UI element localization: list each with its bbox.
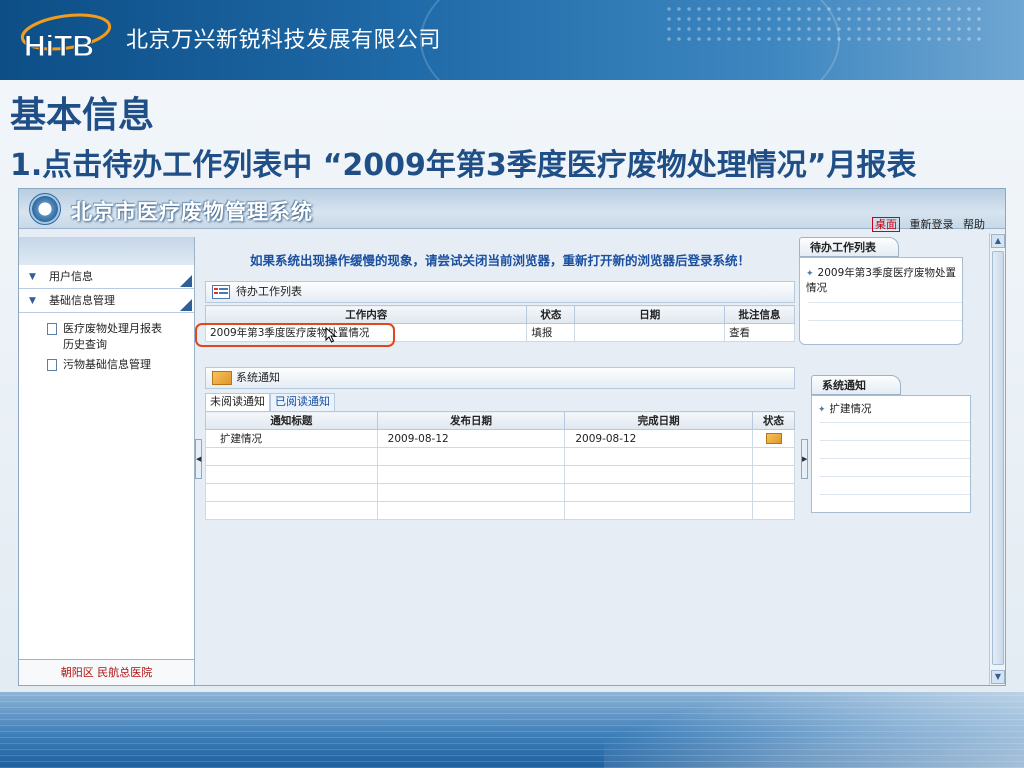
todo-date: [574, 323, 726, 342]
chevron-down-icon: ▼: [29, 272, 36, 282]
notice-title-link[interactable]: 扩建情况: [205, 429, 378, 448]
table-row[interactable]: 2009年第3季度医疗废物处置情况 填报 查看: [204, 323, 795, 342]
right-todo-item[interactable]: ✦ 2009年第3季度医疗废物处置情况: [806, 266, 962, 295]
bullet-icon: ✦: [818, 405, 826, 415]
notice-table: 通知标题 发布日期 完成日期 状态 扩建情况 2009-08-12 2009-0…: [205, 411, 795, 520]
company-logo: HiTB: [20, 13, 112, 64]
envelope-icon: [212, 371, 232, 385]
corner-icon: [180, 275, 192, 287]
table-row[interactable]: 扩建情况 2009-08-12 2009-08-12: [205, 429, 795, 448]
tab-unread[interactable]: 未阅读通知: [205, 393, 270, 411]
todo-content-link[interactable]: 2009年第3季度医疗废物处置情况: [204, 323, 528, 342]
sidebar-subitem-label: 医疗废物处理月报表历史查询: [63, 322, 162, 351]
table-row: [205, 483, 795, 502]
mouse-cursor-icon: [325, 327, 337, 343]
todo-status: 填报: [526, 323, 576, 342]
column-header: 工作内容: [204, 305, 528, 324]
column-header: 状态: [752, 411, 795, 430]
slide-subtitle: 1.点击待办工作列表中 “2009年第3季度医疗废物处理情况”月报表: [10, 148, 917, 183]
todo-table: 工作内容 状态 日期 批注信息 2009年第3季度医疗废物处置情况 填报 查看: [204, 305, 795, 342]
column-header: 发布日期: [376, 411, 566, 430]
corner-icon: [180, 299, 192, 311]
column-header: 完成日期: [564, 411, 754, 430]
slide-footer-decoration: [0, 692, 1024, 768]
column-header: 通知标题: [205, 411, 378, 430]
right-notice-item[interactable]: ✦ 扩建情况: [818, 402, 968, 417]
envelope-icon: [765, 433, 782, 444]
right-todo-body: ✦ 2009年第3季度医疗废物处置情况: [799, 257, 963, 345]
app-title: 北京市医疗废物管理系统: [71, 200, 313, 224]
sidebar-subitem-waste-info[interactable]: 污物基础信息管理: [19, 357, 194, 373]
right-notice-item-text: 扩建情况: [829, 403, 872, 415]
divider: [820, 458, 970, 459]
notice-publish-date: 2009-08-12: [376, 429, 566, 448]
divider: [820, 494, 970, 495]
relogin-link[interactable]: 重新登录: [910, 218, 954, 231]
bullet-icon: ✦: [806, 269, 814, 279]
divider: [808, 320, 962, 321]
collapse-right-handle[interactable]: ▶: [801, 439, 808, 479]
scroll-down-icon[interactable]: ▼: [991, 670, 1005, 684]
sidebar-header: [19, 237, 194, 265]
right-notice-panel: 系统通知 ✦ 扩建情况: [811, 375, 971, 515]
list-icon: [212, 285, 230, 299]
column-header: 状态: [526, 305, 576, 324]
notice-panel-label: 系统通知: [236, 371, 280, 384]
company-name: 北京万兴新锐科技发展有限公司: [126, 28, 442, 53]
todo-panel-label: 待办工作列表: [236, 285, 302, 298]
help-link[interactable]: 帮助: [963, 218, 985, 231]
column-header: 批注信息: [724, 305, 795, 324]
divider: [820, 476, 970, 477]
sidebar-item-basic-info[interactable]: ▼ 基础信息管理: [19, 289, 194, 313]
system-notice: 如果系统出现操作缓慢的现象，请尝试关闭当前浏览器，重新打开新的浏览器后登录系统！: [249, 253, 750, 268]
sidebar-subitem-monthly-report[interactable]: 医疗废物处理月报表历史查询: [19, 321, 194, 353]
app-logo-icon: [29, 193, 61, 225]
todo-panel-title: 待办工作列表: [205, 281, 795, 303]
notice-complete-date: 2009-08-12: [564, 429, 754, 448]
table-row: [205, 501, 795, 520]
collapse-left-handle[interactable]: ◀: [195, 439, 202, 479]
right-notice-body: ✦ 扩建情况: [811, 395, 971, 513]
chevron-down-icon: ▼: [29, 296, 36, 306]
scroll-up-icon[interactable]: ▲: [991, 234, 1005, 248]
slide-banner: HiTB 北京万兴新锐科技发展有限公司: [0, 0, 1024, 80]
sidebar-item-user-info[interactable]: ▼ 用户信息: [19, 265, 194, 289]
notice-tabs: 未阅读通知 已阅读通知: [205, 393, 335, 411]
document-icon: [47, 323, 57, 335]
sidebar-footer: 朝阳区 民航总医院: [19, 659, 194, 685]
notice-status: [752, 429, 795, 448]
sidebar: ▼ 用户信息 ▼ 基础信息管理 医疗废物处理月报表历史查询 污物基础信息管理 朝…: [19, 237, 195, 685]
sidebar-item-label: 用户信息: [49, 270, 93, 283]
divider: [820, 422, 970, 423]
slide-title: 基本信息: [10, 95, 155, 136]
right-todo-item-text: 2009年第3季度医疗废物处置情况: [806, 267, 956, 294]
desktop-link[interactable]: 桌面: [872, 217, 900, 232]
right-notice-title: 系统通知: [811, 375, 901, 395]
sidebar-subitem-label: 污物基础信息管理: [63, 358, 151, 371]
divider: [820, 440, 970, 441]
app-header: 北京市医疗废物管理系统 桌面 重新登录 帮助: [19, 189, 1005, 232]
app-window: 北京市医疗废物管理系统 桌面 重新登录 帮助 ▼ 用户信息 ▼ 基础信息管理 医…: [18, 188, 1006, 686]
right-todo-title: 待办工作列表: [799, 237, 899, 257]
banner-dots: [664, 4, 984, 44]
todo-view-link[interactable]: 查看: [724, 323, 795, 342]
column-header: 日期: [574, 305, 726, 324]
divider: [808, 302, 962, 303]
right-todo-panel: 待办工作列表 ✦ 2009年第3季度医疗废物处置情况: [799, 237, 963, 347]
sidebar-item-label: 基础信息管理: [49, 294, 115, 307]
scroll-thumb[interactable]: [992, 251, 1004, 665]
vertical-scrollbar[interactable]: ▲ ▼: [989, 233, 1005, 685]
top-links: 桌面 重新登录 帮助: [866, 216, 985, 232]
main-content: 如果系统出现操作缓慢的现象，请尝试关闭当前浏览器，重新打开新的浏览器后登录系统！…: [195, 237, 797, 685]
keyboard-photo: [604, 692, 1024, 768]
document-icon: [47, 359, 57, 371]
notice-panel-title: 系统通知: [205, 367, 795, 389]
tab-read[interactable]: 已阅读通知: [270, 393, 335, 411]
table-row: [205, 465, 795, 484]
logo-text: HiTB: [24, 30, 94, 63]
table-row: [205, 447, 795, 466]
